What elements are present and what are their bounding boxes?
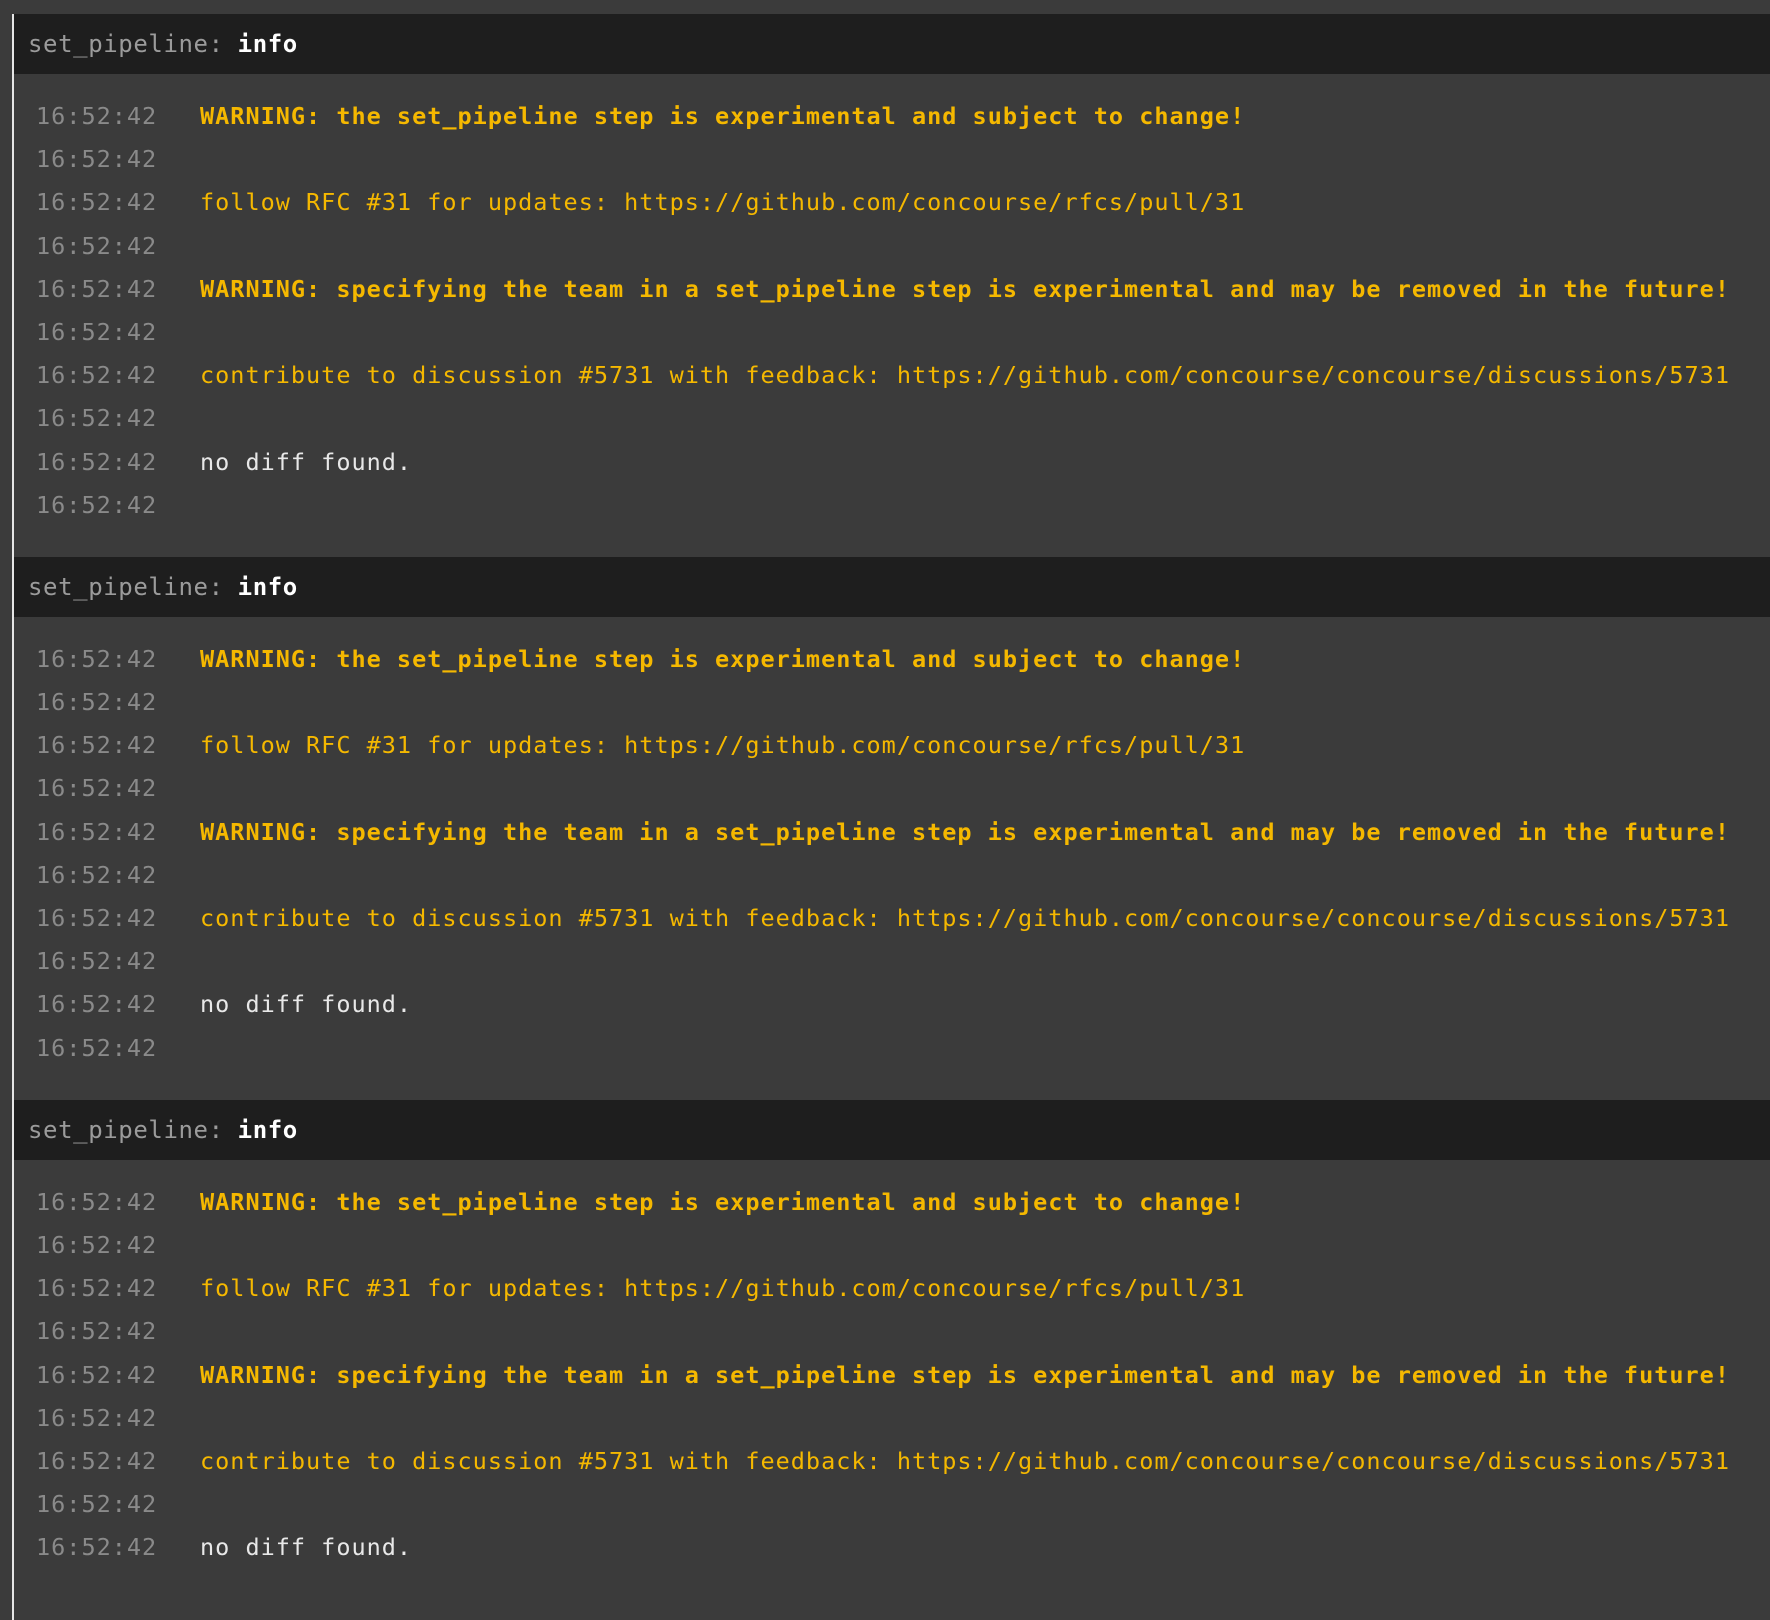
log-timestamp: 16:52:42 — [36, 102, 158, 130]
log-timestamp: 16:52:42 — [36, 731, 158, 760]
log-warning-text: WARNING: specifying the team in a set_pi… — [200, 817, 1730, 846]
log-warning-text: WARNING: the set_pipeline step is experi… — [200, 102, 1246, 130]
log-line: 16:52:42 — [14, 484, 1770, 527]
log-timestamp: 16:52:42 — [36, 860, 158, 889]
log-line: 16:52:42 follow RFC #31 for updates: http… — [14, 181, 1770, 224]
log-lines: 16:52:42 WARNING: the set_pipeline step i… — [14, 1160, 1770, 1600]
log-line: 16:52:42 — [14, 1310, 1770, 1353]
log-line: 16:52:42 WARNING: the set_pipeline step i… — [14, 95, 1770, 138]
log-line: 16:52:42 — [14, 940, 1770, 983]
log-timestamp: 16:52:42 — [36, 1187, 158, 1216]
step-section: set_pipeline: info 16:52:42 WARNING: the s… — [14, 1099, 1770, 1600]
log-timestamp: 16:52:42 — [36, 1490, 158, 1519]
log-line: 16:52:42 — [14, 1224, 1770, 1267]
step-header[interactable]: set_pipeline: info — [14, 556, 1770, 617]
step-status: info — [237, 572, 298, 601]
log-message-text: contribute to discussion #5731 with feed… — [200, 1446, 1730, 1475]
log-timestamp: 16:52:42 — [36, 361, 158, 390]
build-log[interactable]: set_pipeline: info 16:52:42 WARNING: the s… — [14, 14, 1770, 1600]
log-timestamp: 16:52:42 — [36, 774, 158, 803]
log-line: 16:52:42 — [14, 1027, 1770, 1070]
log-warning-text: WARNING: the set_pipeline step is experi… — [200, 1187, 1246, 1216]
log-message-text: follow RFC #31 for updates: https://gith… — [200, 188, 1246, 217]
step-header[interactable]: set_pipeline: info — [14, 14, 1770, 74]
log-line: 16:52:42 — [14, 397, 1770, 440]
log-timestamp: 16:52:42 — [36, 817, 158, 846]
log-line: 16:52:42 follow RFC #31 for updates: http… — [14, 1267, 1770, 1310]
log-line: 16:52:42 WARNING: the set_pipeline step i… — [14, 1181, 1770, 1224]
log-line: 16:52:42 contribute to discussion #5731 w… — [14, 1440, 1770, 1483]
log-warning-text: WARNING: specifying the team in a set_pi… — [200, 1360, 1730, 1389]
log-timestamp: 16:52:42 — [36, 490, 158, 519]
log-line: 16:52:42 contribute to discussion #5731 w… — [14, 354, 1770, 397]
log-timestamp: 16:52:42 — [36, 1446, 158, 1475]
log-message-text: follow RFC #31 for updates: https://gith… — [200, 731, 1246, 760]
log-message-text: no diff found. — [200, 1533, 413, 1562]
log-line: 16:52:42 — [14, 1483, 1770, 1526]
step-name: set_pipeline — [28, 1115, 209, 1144]
step-name: set_pipeline — [28, 30, 209, 58]
log-line: 16:52:42 no diff found. — [14, 983, 1770, 1026]
step-separator: : — [208, 1115, 224, 1144]
log-timestamp: 16:52:42 — [36, 990, 158, 1019]
step-separator: : — [208, 30, 224, 58]
log-timestamp: 16:52:42 — [36, 1403, 158, 1432]
log-timestamp: 16:52:42 — [36, 1274, 158, 1303]
step-name: set_pipeline — [28, 572, 209, 601]
log-timestamp: 16:52:42 — [36, 145, 158, 174]
log-timestamp: 16:52:42 — [36, 1033, 158, 1062]
log-line: 16:52:42 — [14, 767, 1770, 810]
step-header[interactable]: set_pipeline: info — [14, 1099, 1770, 1160]
log-timestamp: 16:52:42 — [36, 317, 158, 346]
log-timestamp: 16:52:42 — [36, 1533, 158, 1562]
log-line: 16:52:42 contribute to discussion #5731 w… — [14, 897, 1770, 940]
log-line: 16:52:42 — [14, 1397, 1770, 1440]
log-lines: 16:52:42 WARNING: the set_pipeline step i… — [14, 617, 1770, 1100]
log-timestamp: 16:52:42 — [36, 1317, 158, 1346]
log-message-text: contribute to discussion #5731 with feed… — [200, 904, 1730, 932]
log-timestamp: 16:52:42 — [36, 188, 158, 217]
step-section: set_pipeline: info 16:52:42 WARNING: the s… — [14, 556, 1770, 1100]
log-line: 16:52:42 no diff found. — [14, 441, 1770, 484]
log-warning-text: WARNING: specifying the team in a set_pi… — [200, 274, 1730, 303]
log-line: 16:52:42 — [14, 225, 1770, 268]
log-line: 16:52:42 no diff found. — [14, 1526, 1770, 1569]
log-line: 16:52:42 follow RFC #31 for updates: http… — [14, 724, 1770, 767]
log-lines: 16:52:42 WARNING: the set_pipeline step i… — [14, 74, 1770, 557]
log-line: 16:52:42 — [14, 138, 1770, 181]
log-line: 16:52:42 — [14, 311, 1770, 354]
log-timestamp: 16:52:42 — [36, 274, 158, 303]
log-line: 16:52:42 WARNING: specifying the team in … — [14, 268, 1770, 311]
log-warning-text: WARNING: the set_pipeline step is experi… — [200, 644, 1246, 673]
log-message-text: no diff found. — [200, 447, 413, 476]
log-message-text: no diff found. — [200, 990, 413, 1019]
step-status: info — [237, 30, 298, 58]
log-message-text: follow RFC #31 for updates: https://gith… — [200, 1274, 1246, 1303]
log-line: 16:52:42 — [14, 854, 1770, 897]
log-line: 16:52:42 — [14, 681, 1770, 724]
log-timestamp: 16:52:42 — [36, 404, 158, 433]
step-status: info — [237, 1115, 298, 1144]
log-timestamp: 16:52:42 — [36, 447, 158, 476]
log-line: 16:52:42 WARNING: specifying the team in … — [14, 1354, 1770, 1397]
log-timestamp: 16:52:42 — [36, 644, 158, 673]
log-timestamp: 16:52:42 — [36, 231, 158, 260]
log-timestamp: 16:52:42 — [36, 688, 158, 717]
log-timestamp: 16:52:42 — [36, 904, 158, 932]
log-timestamp: 16:52:42 — [36, 947, 158, 976]
log-timestamp: 16:52:42 — [36, 1230, 158, 1259]
log-line: 16:52:42 WARNING: specifying the team in … — [14, 811, 1770, 854]
log-timestamp: 16:52:42 — [36, 1360, 158, 1389]
log-message-text: contribute to discussion #5731 with feed… — [200, 361, 1730, 390]
log-line: 16:52:42 WARNING: the set_pipeline step i… — [14, 638, 1770, 681]
step-separator: : — [208, 572, 224, 601]
top-strip — [0, 0, 1770, 14]
step-section: set_pipeline: info 16:52:42 WARNING: the s… — [14, 14, 1770, 557]
